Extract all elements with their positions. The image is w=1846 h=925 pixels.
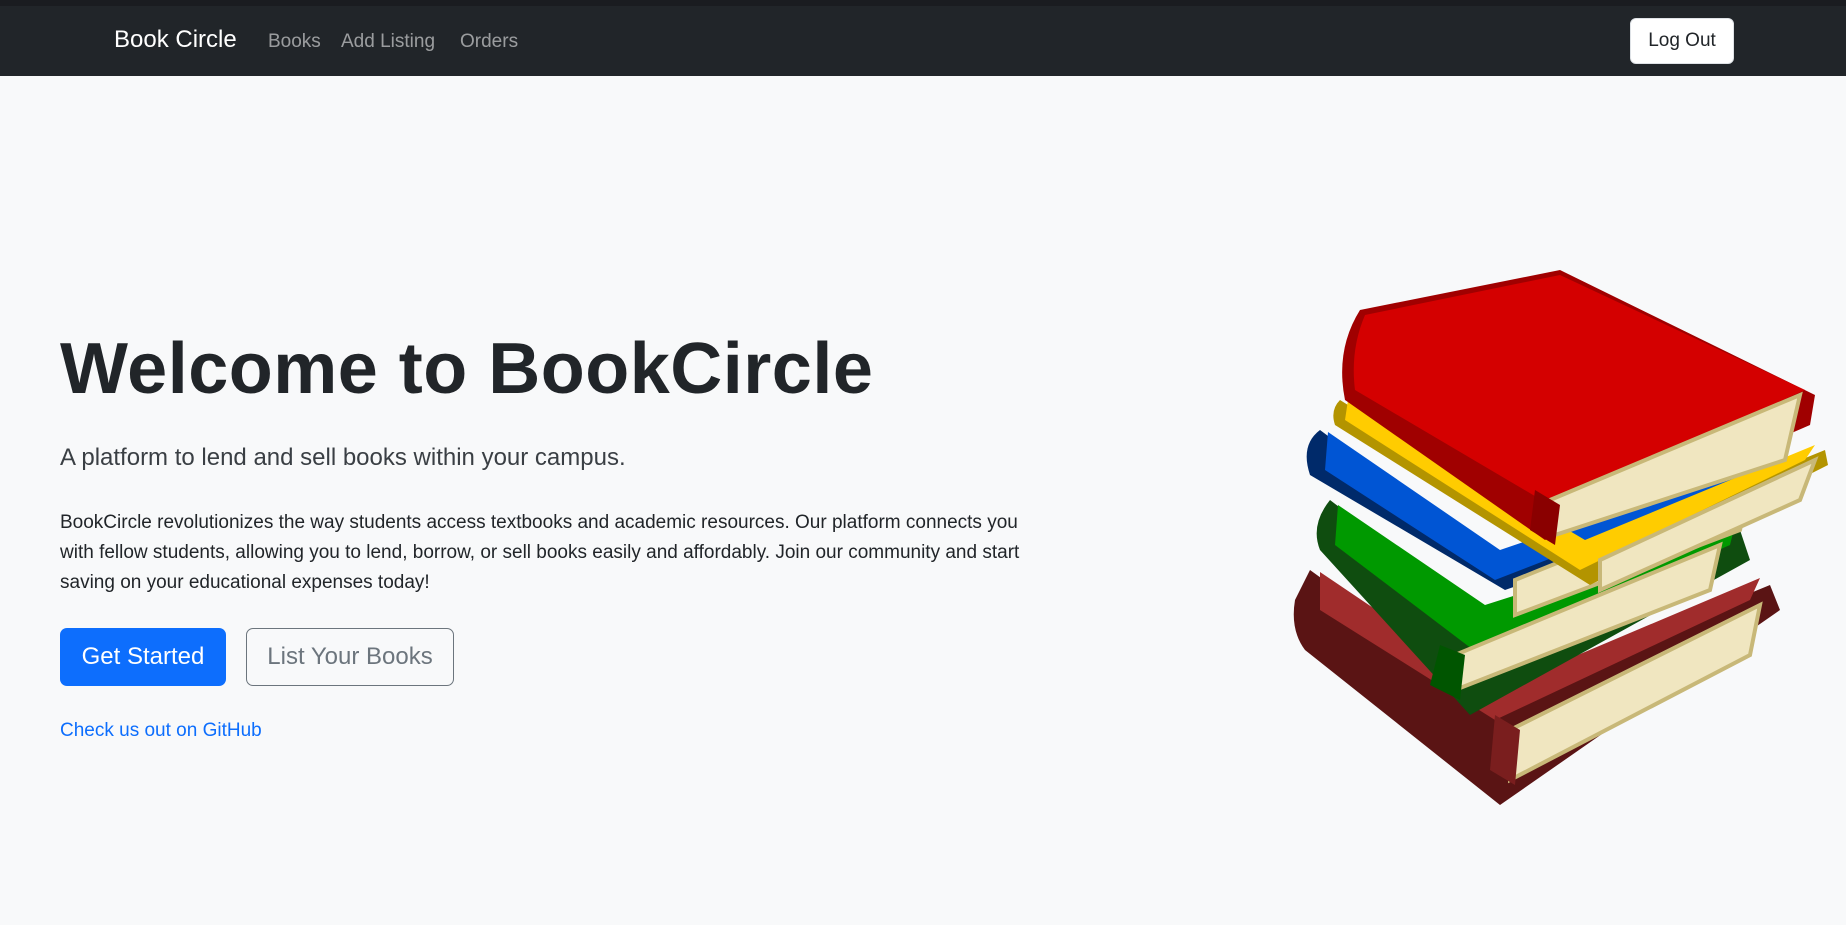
stack-of-books-icon: [1293, 270, 1828, 805]
get-started-button[interactable]: Get Started: [60, 628, 226, 686]
list-your-books-button[interactable]: List Your Books: [246, 628, 454, 686]
brand-logo-link[interactable]: Book Circle: [114, 26, 237, 54]
github-link[interactable]: Check us out on GitHub: [60, 720, 262, 742]
logout-button[interactable]: Log Out: [1630, 18, 1734, 64]
nav-link-orders[interactable]: Orders: [460, 31, 518, 53]
hero-lead: A platform to lend and sell books within…: [60, 444, 626, 471]
nav-link-books[interactable]: Books: [268, 31, 321, 53]
navbar: Book Circle Books Add Listing Orders Log…: [0, 6, 1846, 76]
page-title: Welcome to BookCircle: [60, 329, 874, 409]
nav-link-add-listing[interactable]: Add Listing: [341, 31, 435, 53]
hero-description: BookCircle revolutionizes the way studen…: [60, 512, 1020, 593]
